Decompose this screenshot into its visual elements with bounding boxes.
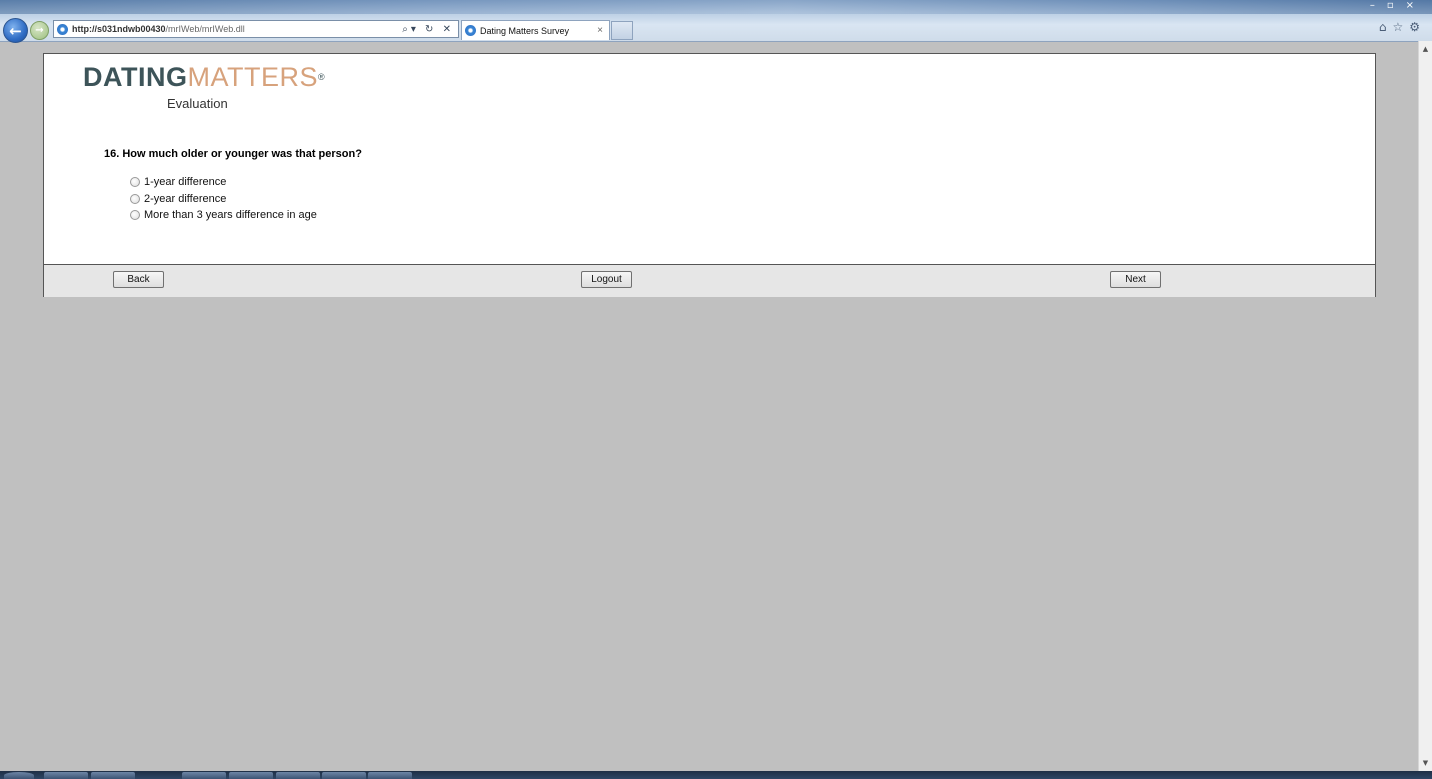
answer-option[interactable]: 1-year difference	[130, 174, 317, 191]
scroll-down-icon[interactable]: ▼	[1419, 757, 1432, 769]
start-button[interactable]	[4, 772, 34, 779]
tab-ie-icon	[465, 25, 476, 36]
taskbar-item[interactable]	[368, 772, 412, 779]
survey-container: DATINGMATTERS® Evaluation 16. How much o…	[43, 53, 1376, 297]
radio-button[interactable]	[130, 210, 140, 221]
answer-option[interactable]: 2-year difference	[130, 191, 317, 208]
logo-matters-text: MATTERS	[187, 62, 318, 92]
answer-option-label: 1-year difference	[144, 176, 227, 189]
radio-button[interactable]	[130, 193, 140, 204]
navigation-bar: Back Logout Next	[44, 264, 1375, 297]
logo-dating-text: DATING	[83, 62, 188, 92]
address-bar-controls[interactable]: ⌕▾ ↻ ✕	[402, 24, 458, 35]
question-text: 16. How much older or younger was that p…	[104, 148, 362, 160]
new-tab-button[interactable]	[611, 21, 633, 40]
answer-options: 1-year difference 2-year difference More…	[130, 174, 317, 224]
tab-title: Dating Matters Survey	[480, 25, 570, 36]
tab-close-icon[interactable]: ×	[597, 25, 603, 36]
answer-option-label: 2-year difference	[144, 192, 227, 205]
browser-forward-button[interactable]: →	[30, 21, 49, 40]
url-host: http://s031ndwb00430	[72, 24, 166, 34]
windows-taskbar	[0, 771, 1432, 779]
url-text[interactable]: http://s031ndwb00430/mrIWeb/mrIWeb.dll	[72, 24, 402, 34]
browser-toolbar-icons[interactable]: ⌂☆⚙	[1379, 20, 1426, 34]
browser-tab-active[interactable]: Dating Matters Survey ×	[461, 20, 610, 40]
logo-subtitle: Evaluation	[167, 96, 228, 111]
browser-chrome: –▫× ← → http://s031ndwb00430/mrIWeb/mrIW…	[0, 0, 1432, 43]
answer-option-label: More than 3 years difference in age	[144, 209, 317, 222]
taskbar-item[interactable]	[229, 772, 273, 779]
ie-page-icon	[57, 23, 68, 35]
answer-option[interactable]: More than 3 years difference in age	[130, 207, 317, 224]
back-button[interactable]: Back	[113, 271, 164, 288]
logout-button[interactable]: Logout	[581, 271, 632, 288]
arrow-left-icon: ←	[9, 21, 22, 40]
taskbar-item[interactable]	[91, 772, 135, 779]
taskbar-item[interactable]	[276, 772, 320, 779]
address-bar[interactable]: http://s031ndwb00430/mrIWeb/mrIWeb.dll ⌕…	[53, 20, 459, 38]
browser-back-button[interactable]: ←	[3, 18, 28, 43]
window-controls[interactable]: –▫×	[1370, 0, 1426, 11]
taskbar-item[interactable]	[44, 772, 88, 779]
logo-wordmark: DATINGMATTERS®	[83, 62, 325, 92]
url-path: /mrIWeb/mrIWeb.dll	[165, 24, 245, 34]
scroll-up-icon[interactable]: ▲	[1419, 43, 1432, 55]
dating-matters-logo: DATINGMATTERS® Evaluation	[83, 62, 325, 111]
next-button[interactable]: Next	[1110, 271, 1161, 288]
window-title-bar	[0, 0, 1432, 14]
arrow-right-icon: →	[35, 25, 44, 36]
vertical-scrollbar[interactable]: ▲ ▼	[1418, 41, 1432, 771]
radio-button[interactable]	[130, 177, 140, 188]
logo-registered-mark: ®	[318, 72, 326, 82]
taskbar-item[interactable]	[182, 772, 226, 779]
taskbar-item[interactable]	[322, 772, 366, 779]
